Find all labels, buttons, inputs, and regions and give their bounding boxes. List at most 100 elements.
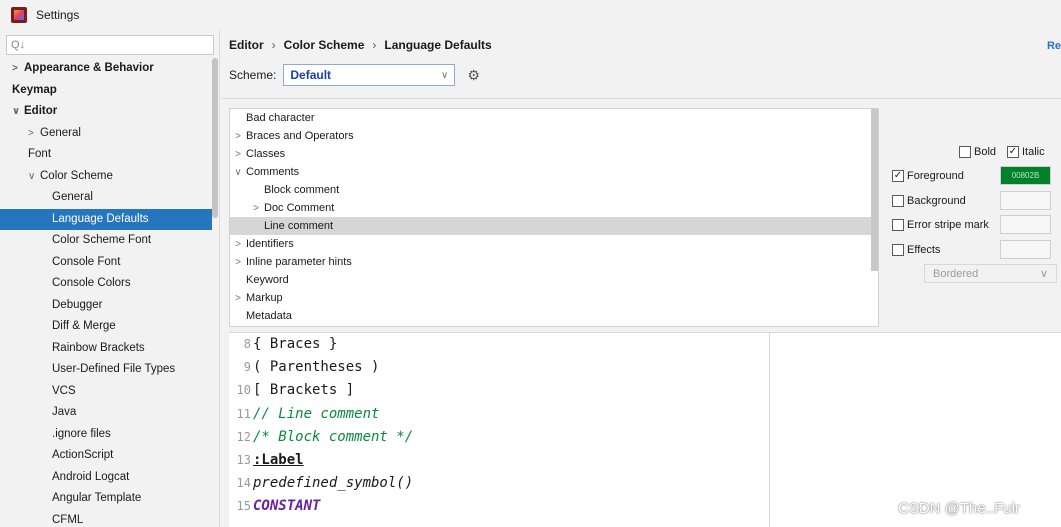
sidebar-item-label: Editor xyxy=(24,105,58,117)
search-icon: Q↓ xyxy=(11,39,26,51)
watermark: CSDN @The..Fuir xyxy=(898,500,1020,517)
element-tree-item[interactable]: > Markup xyxy=(230,289,878,307)
chevron-right-icon[interactable]: > xyxy=(248,200,264,218)
background-color-swatch[interactable] xyxy=(1000,191,1051,210)
background-checkbox[interactable] xyxy=(892,195,904,207)
search-input[interactable]: Q↓ xyxy=(6,35,214,55)
error-stripe-color-swatch[interactable] xyxy=(1000,215,1051,234)
element-tree-item[interactable]: Bad character xyxy=(230,109,878,127)
sidebar-item[interactable]: Console Colors xyxy=(0,273,212,295)
element-tree-item[interactable]: > Classes xyxy=(230,145,878,163)
sidebar-item[interactable]: Language Defaults xyxy=(0,208,212,230)
chevron-right-icon[interactable]: > xyxy=(12,58,24,80)
element-tree-item[interactable]: ∨ Comments xyxy=(230,163,878,181)
chevron-down-icon[interactable]: ∨ xyxy=(230,164,246,182)
scheme-select[interactable]: Default ∨ xyxy=(283,64,456,86)
element-tree-label: Metadata xyxy=(246,310,292,322)
code-line: 12/* Block comment */ xyxy=(229,426,769,449)
sidebar-item-label: Android Logcat xyxy=(52,470,130,483)
background-option[interactable]: Background xyxy=(892,195,966,207)
chevron-right-icon[interactable]: > xyxy=(230,146,246,164)
sidebar-item[interactable]: Color Scheme Font xyxy=(0,230,212,252)
sidebar-item[interactable]: General xyxy=(0,187,212,209)
element-tree-label: Comments xyxy=(246,166,300,178)
bold-option[interactable]: Bold xyxy=(959,146,996,158)
foreground-color-swatch[interactable]: 00802B xyxy=(1000,166,1051,185)
element-tree-item[interactable]: Line comment xyxy=(230,217,878,235)
breadcrumb-editor[interactable]: Editor xyxy=(229,38,264,52)
breadcrumb: Editor › Color Scheme › Language Default… xyxy=(229,38,492,52)
sidebar-item[interactable]: > General xyxy=(0,123,212,145)
breadcrumb-language-defaults: Language Defaults xyxy=(384,38,492,52)
sidebar-item[interactable]: User-Defined File Types xyxy=(0,359,212,381)
foreground-option[interactable]: ✓ Foreground xyxy=(892,170,964,182)
attributes-panel: Bold ✓ Italic ✓ Foreground 00802B Backgr… xyxy=(886,108,1061,327)
chevron-right-icon[interactable]: > xyxy=(230,128,246,146)
line-number: 11 xyxy=(236,406,251,421)
code-text: CONSTANT xyxy=(253,498,321,515)
effects-option[interactable]: Effects xyxy=(892,244,940,256)
sidebar-item-label: Appearance & Behavior xyxy=(24,62,154,74)
effects-type-select[interactable]: Bordered ∨ xyxy=(924,264,1057,283)
error-stripe-checkbox[interactable] xyxy=(892,219,904,231)
code-preview[interactable]: 8{ Braces } 9( Parentheses ) 10[ Brackets … xyxy=(229,332,769,527)
gear-icon[interactable]: ⚙ xyxy=(467,67,480,84)
sidebar-item[interactable]: Java xyxy=(0,402,212,424)
foreground-checkbox[interactable]: ✓ xyxy=(892,170,904,182)
sidebar-item[interactable]: Debugger xyxy=(0,295,212,317)
settings-tree: > Appearance & Behavior Keymap ∨ Editor > Gene… xyxy=(0,58,212,527)
sidebar-item[interactable]: Console Font xyxy=(0,252,212,274)
chevron-down-icon[interactable]: ∨ xyxy=(12,101,24,123)
sidebar-item[interactable]: ∨ Color Scheme xyxy=(0,166,212,188)
chevron-right-icon[interactable]: > xyxy=(230,236,246,254)
background-label: Background xyxy=(907,195,966,207)
sidebar-item[interactable]: CFML xyxy=(0,510,212,527)
sidebar-item-label: Color Scheme Font xyxy=(52,234,152,246)
element-tree-item[interactable]: > Inline parameter hints xyxy=(230,253,878,271)
breadcrumb-color-scheme[interactable]: Color Scheme xyxy=(284,38,365,52)
sidebar-item[interactable]: .ignore files xyxy=(0,424,212,446)
sidebar-item[interactable]: > Appearance & Behavior xyxy=(0,58,212,80)
sidebar-item[interactable]: Diff & Merge xyxy=(0,316,212,338)
sidebar-item[interactable]: ActionScript xyxy=(0,445,212,467)
bold-checkbox[interactable] xyxy=(959,146,971,158)
sidebar-item[interactable]: Font xyxy=(0,144,212,166)
chevron-right-icon[interactable]: > xyxy=(28,123,40,145)
reset-link[interactable]: Re xyxy=(1047,40,1061,52)
chevron-right-icon[interactable]: > xyxy=(230,254,246,272)
sidebar-item[interactable]: Android Logcat xyxy=(0,467,212,489)
italic-option[interactable]: ✓ Italic xyxy=(1007,146,1045,158)
sidebar-item-label: Language Defaults xyxy=(52,212,149,225)
element-tree-item[interactable]: > Braces and Operators xyxy=(230,127,878,145)
line-number: 13 xyxy=(236,452,251,467)
sidebar-item[interactable]: Keymap xyxy=(0,80,212,102)
chevron-right-icon[interactable]: > xyxy=(230,290,246,308)
bold-label: Bold xyxy=(974,146,997,158)
line-number: 14 xyxy=(236,476,251,491)
code-line: 9( Parentheses ) xyxy=(229,356,769,379)
element-tree-item[interactable]: Block comment xyxy=(230,181,878,199)
italic-checkbox[interactable]: ✓ xyxy=(1007,146,1019,158)
line-number: 10 xyxy=(236,383,251,398)
sidebar-item[interactable]: Rainbow Brackets xyxy=(0,338,212,360)
element-tree-item[interactable]: > Doc Comment xyxy=(230,199,878,217)
line-number: 15 xyxy=(236,499,251,514)
sidebar-item-label: General xyxy=(52,191,93,203)
code-line: 13:Label xyxy=(229,449,769,472)
sidebar-item[interactable]: ∨ Editor xyxy=(0,101,212,123)
element-tree-item[interactable]: Metadata xyxy=(230,307,878,325)
scheme-value: Default xyxy=(290,68,332,82)
element-tree-item[interactable]: > Identifiers xyxy=(230,235,878,253)
chevron-down-icon[interactable]: ∨ xyxy=(28,166,40,188)
element-tree-label: Identifiers xyxy=(246,238,294,250)
sidebar-scrollbar[interactable] xyxy=(212,58,218,218)
sidebar-item-label: Font xyxy=(28,148,52,160)
element-tree-item[interactable]: Keyword xyxy=(230,271,878,289)
sidebar-item[interactable]: VCS xyxy=(0,381,212,403)
element-tree-scrollbar[interactable] xyxy=(871,109,878,271)
sidebar-item[interactable]: Angular Template xyxy=(0,488,212,510)
error-stripe-option[interactable]: Error stripe mark xyxy=(892,219,989,231)
effects-type-value: Bordered xyxy=(933,267,979,280)
effects-color-swatch[interactable] xyxy=(1000,240,1051,259)
effects-checkbox[interactable] xyxy=(892,244,904,256)
